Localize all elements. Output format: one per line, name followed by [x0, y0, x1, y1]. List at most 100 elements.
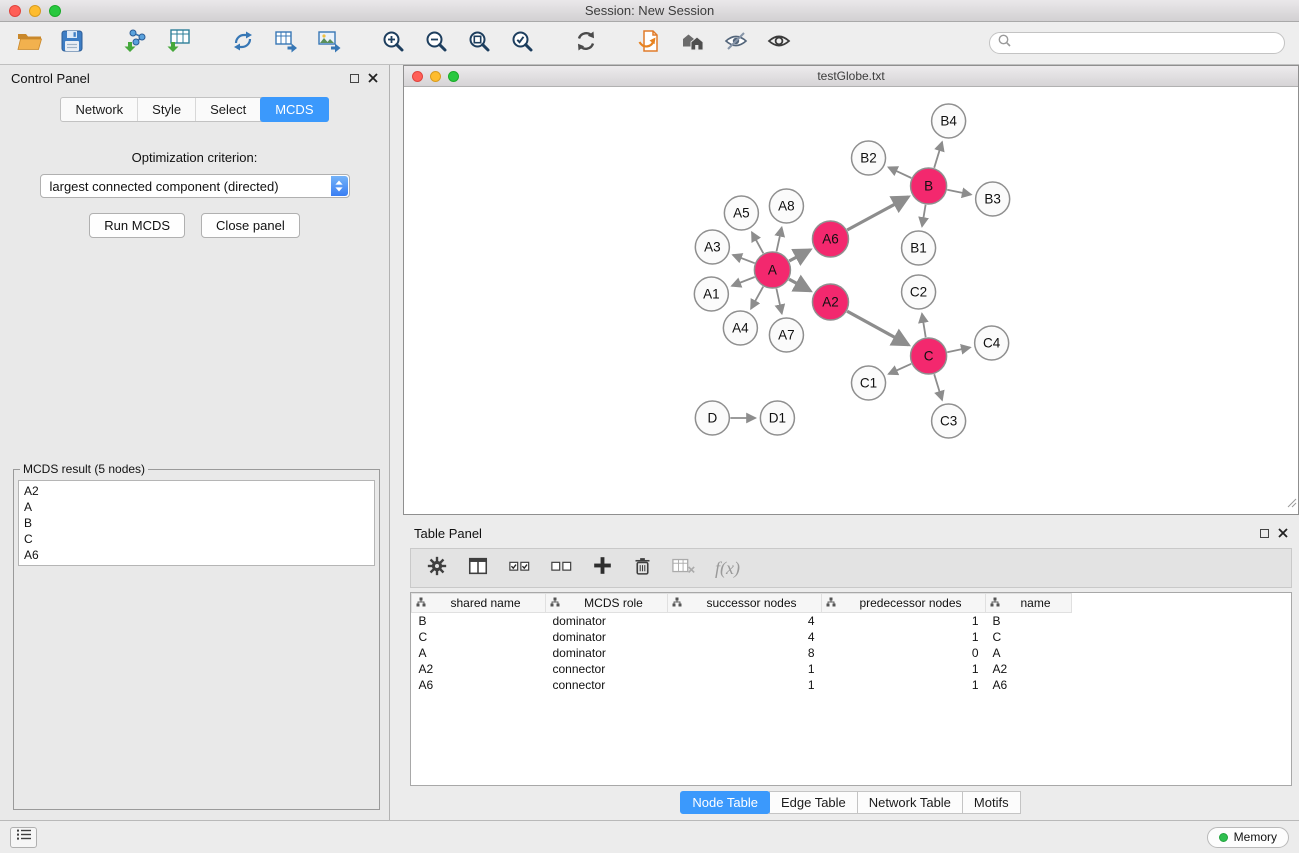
mcds-result-item[interactable]: A6	[24, 547, 369, 563]
edge-A-A7[interactable]	[776, 289, 781, 314]
cell-mcds-role[interactable]: dominator	[546, 613, 668, 630]
cell-mcds-role[interactable]: connector	[546, 677, 668, 693]
cell-successor-nodes[interactable]: 8	[668, 645, 822, 661]
mcds-result-item[interactable]: A	[24, 499, 369, 515]
node-C4[interactable]: C4	[975, 326, 1009, 360]
cell-shared-name[interactable]: A2	[412, 661, 546, 677]
column-header-mcds-role[interactable]: MCDS role	[546, 594, 668, 613]
cell-shared-name[interactable]: B	[412, 613, 546, 630]
cell-name[interactable]: A	[986, 645, 1072, 661]
edge-B-B4[interactable]	[934, 142, 942, 168]
first-neighbors-button[interactable]	[678, 28, 708, 58]
cell-predecessor-nodes[interactable]: 1	[822, 677, 986, 693]
memory-button[interactable]: Memory	[1207, 827, 1289, 848]
column-header-predecessor-nodes[interactable]: predecessor nodes	[822, 594, 986, 613]
edge-C-C4[interactable]	[947, 347, 970, 352]
close-panel-button[interactable]: Close panel	[201, 213, 300, 238]
cell-shared-name[interactable]: C	[412, 629, 546, 645]
edge-A-A8[interactable]	[777, 228, 782, 252]
delete-row-button[interactable]	[632, 555, 653, 582]
node-A1[interactable]: A1	[694, 277, 728, 311]
zoom-in-button[interactable]	[378, 28, 408, 58]
tab-edge-table[interactable]: Edge Table	[769, 791, 858, 814]
cell-successor-nodes[interactable]: 1	[668, 661, 822, 677]
cell-name[interactable]: A6	[986, 677, 1072, 693]
edge-B-B2[interactable]	[888, 167, 911, 178]
column-header-shared-name[interactable]: shared name	[412, 594, 546, 613]
cell-successor-nodes[interactable]: 4	[668, 613, 822, 630]
network-close-button[interactable]	[412, 71, 423, 82]
cell-successor-nodes[interactable]: 4	[668, 629, 822, 645]
table-row-C[interactable]: Cdominator41C	[412, 629, 1292, 645]
tab-style[interactable]: Style	[138, 98, 196, 121]
edge-A2-C[interactable]	[847, 311, 908, 345]
table-row-A6[interactable]: A6connector11A6	[412, 677, 1292, 693]
node-C1[interactable]: C1	[852, 366, 886, 400]
save-session-button[interactable]	[57, 28, 87, 58]
function-builder-button[interactable]: f(x)	[715, 558, 740, 579]
cell-name[interactable]: C	[986, 629, 1072, 645]
edge-A-A5[interactable]	[752, 232, 763, 253]
edge-A-A3[interactable]	[733, 255, 755, 263]
node-B1[interactable]: B1	[902, 231, 936, 265]
import-network-button[interactable]	[121, 28, 151, 58]
search-input[interactable]	[1016, 36, 1276, 50]
cell-mcds-role[interactable]: dominator	[546, 629, 668, 645]
session-document-button[interactable]	[635, 28, 665, 58]
resize-grip[interactable]	[1287, 495, 1297, 513]
edge-A-A2[interactable]	[789, 279, 810, 291]
show-details-button[interactable]	[764, 28, 794, 58]
edge-A-A6[interactable]	[789, 250, 810, 261]
cell-successor-nodes[interactable]: 1	[668, 677, 822, 693]
zoom-out-button[interactable]	[421, 28, 451, 58]
tab-network[interactable]: Network	[61, 98, 138, 121]
cell-predecessor-nodes[interactable]: 0	[822, 645, 986, 661]
export-network-button[interactable]	[228, 28, 258, 58]
edge-A-A1[interactable]	[732, 277, 755, 286]
node-A8[interactable]: A8	[769, 189, 803, 223]
network-zoom-button[interactable]	[448, 71, 459, 82]
edge-C-C3[interactable]	[934, 374, 942, 400]
cell-mcds-role[interactable]: connector	[546, 661, 668, 677]
table-settings-button[interactable]	[426, 555, 448, 582]
zoom-window-button[interactable]	[49, 5, 61, 17]
node-C2[interactable]: C2	[902, 275, 936, 309]
node-C[interactable]: C	[911, 338, 947, 374]
node-B[interactable]: B	[911, 168, 947, 204]
column-header-successor-nodes[interactable]: successor nodes	[668, 594, 822, 613]
delete-table-button[interactable]	[672, 556, 696, 581]
import-table-button[interactable]	[164, 28, 194, 58]
tab-mcds[interactable]: MCDS	[260, 97, 328, 122]
task-history-button[interactable]	[10, 827, 37, 848]
close-window-button[interactable]	[9, 5, 21, 17]
cell-predecessor-nodes[interactable]: 1	[822, 661, 986, 677]
table-row-A2[interactable]: A2connector11A2	[412, 661, 1292, 677]
mcds-result-item[interactable]: B	[24, 515, 369, 531]
hide-details-button[interactable]	[721, 28, 751, 58]
mcds-result-item[interactable]: C	[24, 531, 369, 547]
cell-mcds-role[interactable]: dominator	[546, 645, 668, 661]
tab-select[interactable]: Select	[196, 98, 261, 121]
cell-predecessor-nodes[interactable]: 1	[822, 629, 986, 645]
cell-shared-name[interactable]: A6	[412, 677, 546, 693]
node-A2[interactable]: A2	[812, 284, 848, 320]
node-A4[interactable]: A4	[723, 311, 757, 345]
cell-shared-name[interactable]: A	[412, 645, 546, 661]
node-D1[interactable]: D1	[760, 401, 794, 435]
tab-motifs[interactable]: Motifs	[962, 791, 1021, 814]
edge-B-B3[interactable]	[947, 190, 971, 195]
node-A6[interactable]: A6	[812, 221, 848, 257]
edge-C-C1[interactable]	[889, 364, 912, 374]
edge-A-A4[interactable]	[751, 287, 763, 309]
deselect-all-rows-button[interactable]	[550, 555, 573, 582]
zoom-fit-button[interactable]	[464, 28, 494, 58]
select-all-rows-button[interactable]	[508, 555, 531, 582]
export-table-button[interactable]	[271, 28, 301, 58]
cell-predecessor-nodes[interactable]: 1	[822, 613, 986, 630]
network-canvas[interactable]: B4B2BB3A8A5A6A3B1AA1C2A2A4A7C4CC1C3DD1	[404, 87, 1298, 514]
cell-name[interactable]: B	[986, 613, 1072, 630]
node-B2[interactable]: B2	[852, 141, 886, 175]
table-row-B[interactable]: Bdominator41B	[412, 613, 1292, 630]
network-minimize-button[interactable]	[430, 71, 441, 82]
close-panel-icon[interactable]	[368, 71, 378, 86]
